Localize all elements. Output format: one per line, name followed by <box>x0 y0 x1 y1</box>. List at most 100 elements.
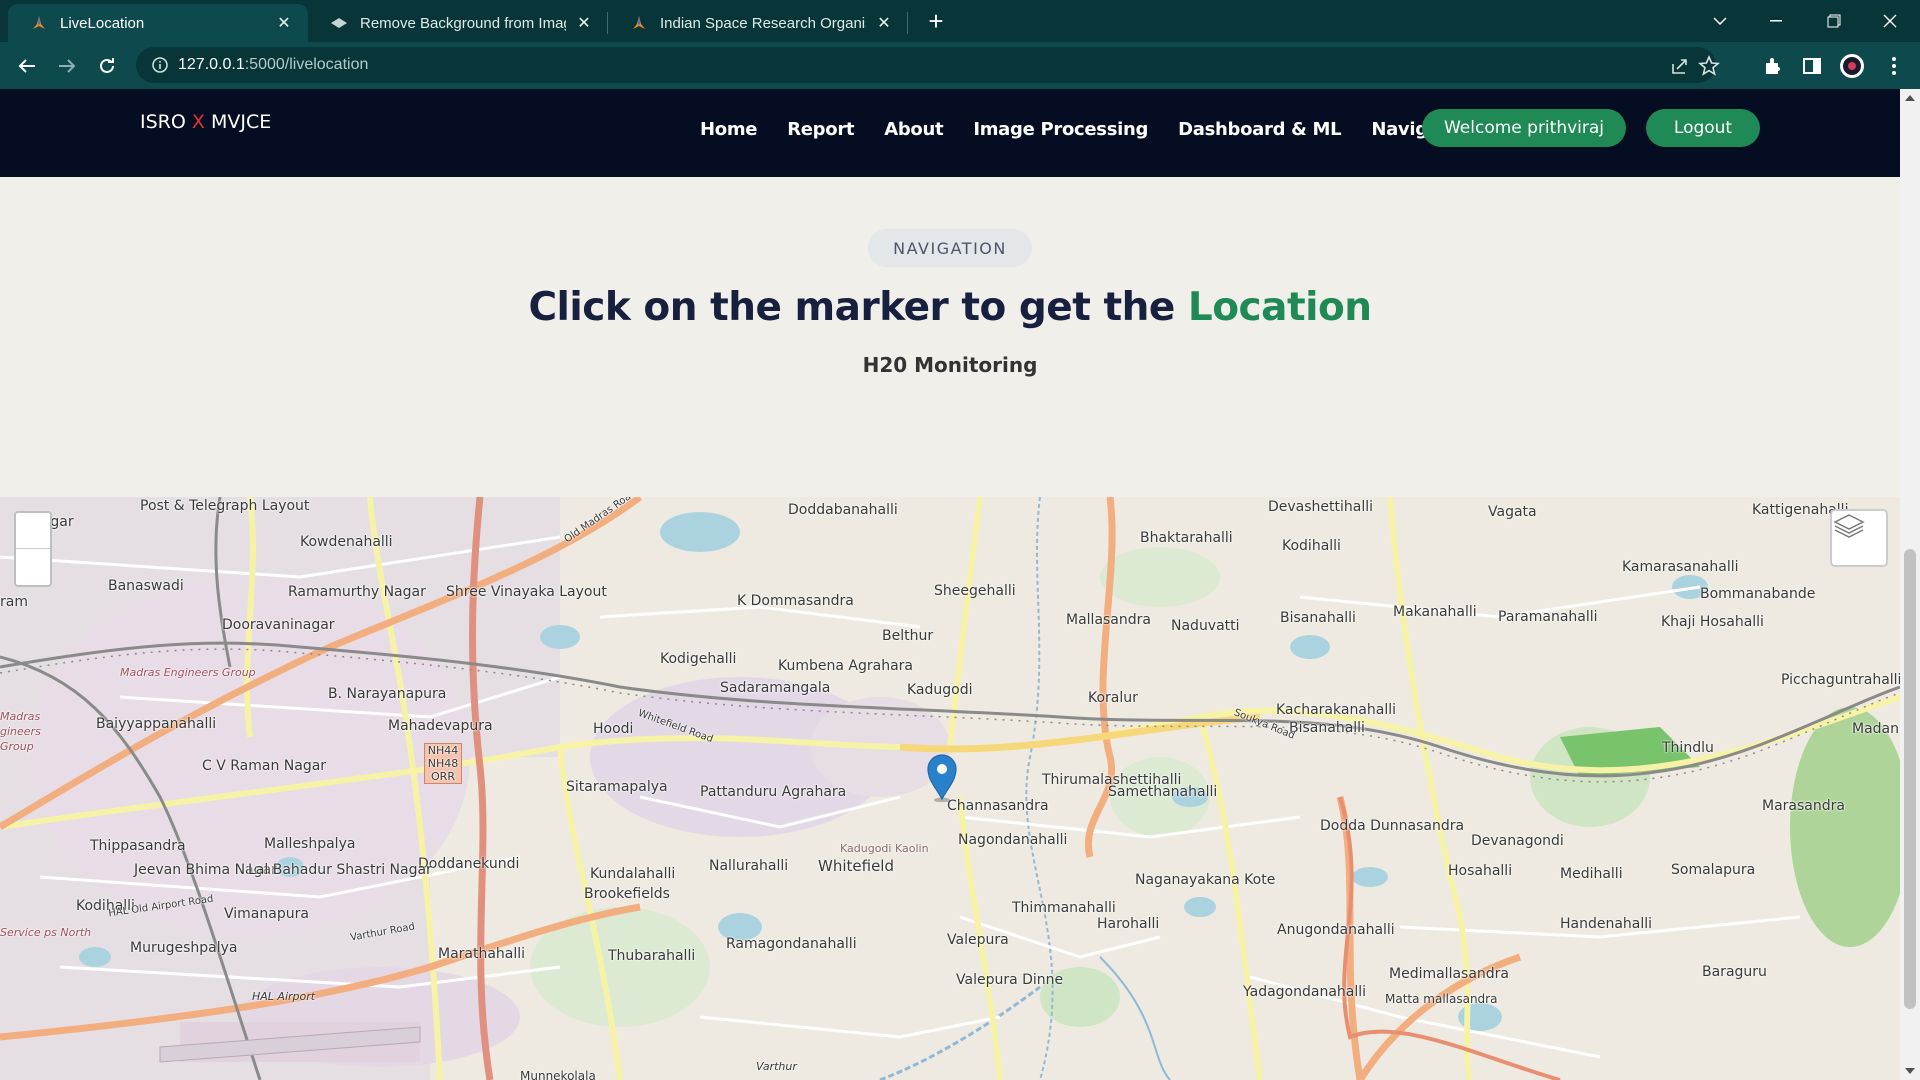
removebg-favicon-icon <box>330 14 348 32</box>
reload-icon[interactable] <box>91 50 123 82</box>
map-label: Kadugodi <box>907 682 973 698</box>
map-label: Baraguru <box>1702 964 1767 980</box>
map-label: Nallurahalli <box>709 858 789 874</box>
new-tab-button[interactable]: + <box>922 8 950 36</box>
map-label: Thimmanahalli <box>1012 900 1116 916</box>
map-label: Makanahalli <box>1393 604 1477 620</box>
map-label: Samethanahalli <box>1108 784 1218 800</box>
map-label: Koralur <box>1088 690 1138 706</box>
map-label: Murugeshpalya <box>130 940 238 956</box>
map-label: Madanah <box>1852 721 1900 737</box>
star-icon[interactable] <box>1697 54 1721 77</box>
browser-tabstrip: LiveLocation ✕ Remove Background from Im… <box>0 0 1920 42</box>
section-tag: NAVIGATION <box>868 229 1032 267</box>
map-label: Bommanabande <box>1700 586 1816 602</box>
brand-mvjce: MVJCE <box>204 111 272 133</box>
extensions-icon[interactable] <box>1757 50 1789 82</box>
layers-icon[interactable] <box>1830 509 1888 567</box>
map-label: Marasandra <box>1762 798 1845 814</box>
map-label: Handenahalli <box>1560 916 1653 932</box>
map-label: Hosahalli <box>1448 863 1513 879</box>
scroll-down-icon[interactable] <box>1905 1068 1915 1074</box>
map-label: Picchaguntrahalli <box>1781 672 1900 688</box>
scrollbar-thumb[interactable] <box>1904 549 1916 1009</box>
map-label: Bhaktarahalli <box>1140 530 1233 546</box>
page-subtitle: H20 Monitoring <box>862 353 1038 377</box>
map-label: HAL Airport <box>252 990 316 1003</box>
map-label: Devanagondi <box>1471 833 1564 849</box>
sidepanel-icon[interactable] <box>1796 50 1828 82</box>
map-label: Naganayakana Kote <box>1135 872 1276 888</box>
map-label: Harohalli <box>1097 916 1160 932</box>
profile-icon[interactable] <box>1836 50 1868 82</box>
close-window-icon[interactable] <box>1862 0 1918 42</box>
tab-isro[interactable]: Indian Space Research Organisati ✕ <box>608 4 908 42</box>
zoom-out-button[interactable] <box>16 549 50 585</box>
map-label: Valepura <box>947 932 1009 948</box>
map-label: Vimanapura <box>224 906 309 922</box>
browser-toolbar: 127.0.0.1:5000/livelocation <box>0 42 1920 89</box>
nav-dashboard-ml[interactable]: Dashboard & ML <box>1178 119 1342 140</box>
map-label: Kowdenahalli <box>300 534 393 550</box>
map-label: Bisanahalli <box>1280 610 1356 626</box>
map-label: Varthur <box>756 1060 797 1073</box>
map-label: Mallasandra <box>1066 612 1151 628</box>
map-label: Post & Telegraph Layout <box>140 498 310 514</box>
close-tab-icon[interactable]: ✕ <box>874 13 894 33</box>
restore-icon[interactable] <box>1806 0 1862 42</box>
share-icon[interactable] <box>1669 55 1691 77</box>
map-zoom-control[interactable] <box>14 511 52 587</box>
map-label: Banaswadi <box>108 578 184 594</box>
map-label: Naduvatti <box>1171 618 1240 634</box>
map-label: Doddabanahalli <box>788 502 898 518</box>
close-tab-icon[interactable]: ✕ <box>574 13 594 33</box>
url-host: 127.0.0.1 <box>178 56 245 73</box>
minimize-icon[interactable] <box>1748 0 1804 42</box>
map-label: Kumbena Agrahara <box>778 658 913 674</box>
map-label: Pattanduru Agrahara <box>700 784 847 800</box>
map-label: Kacharakanahalli <box>1276 702 1397 718</box>
brand-x: X <box>191 111 205 133</box>
map-label: Service ps North <box>0 926 92 939</box>
forward-icon[interactable] <box>51 50 83 82</box>
map-label: Kundalahalli <box>590 866 676 882</box>
map-label: Valepura Dinne <box>956 972 1064 988</box>
map-label: Ramamurthy Nagar <box>288 584 426 600</box>
scroll-up-icon[interactable] <box>1905 95 1915 101</box>
nav-report[interactable]: Report <box>787 119 854 140</box>
map-label: Medihalli <box>1560 866 1623 882</box>
map-label: Vagata <box>1488 504 1537 520</box>
map-label: Kadugodi Kaolin <box>840 842 929 855</box>
tab-livelocation[interactable]: LiveLocation ✕ <box>8 4 308 42</box>
site-info-icon[interactable] <box>150 55 170 75</box>
brand-logo[interactable]: ISRO X MVJCE <box>140 111 271 133</box>
tab-search-chevron-down-icon[interactable] <box>1692 0 1748 42</box>
nav-home[interactable]: Home <box>700 119 758 140</box>
menu-icon[interactable] <box>1878 50 1910 82</box>
map-label: Dodda Dunnasandra <box>1320 818 1465 834</box>
map-label: Thubarahalli <box>608 948 696 964</box>
map-label: Malleshpalya <box>264 836 356 852</box>
map-marker-icon[interactable] <box>925 752 959 803</box>
welcome-user-button[interactable]: Welcome prithviraj <box>1422 109 1626 147</box>
tab-title: LiveLocation <box>60 14 145 32</box>
nav-image-processing[interactable]: Image Processing <box>973 119 1148 140</box>
address-bar[interactable]: 127.0.0.1:5000/livelocation <box>136 47 1721 83</box>
title-text: Click on the marker to get the <box>528 285 1188 330</box>
page-title: Click on the marker to get the Location <box>0 285 1900 330</box>
map-label: Anugondanahalli <box>1277 922 1395 938</box>
map-label: Baiyyappanahalli <box>96 716 217 732</box>
map-label: Whitefield <box>818 857 894 875</box>
map-label: Sitaramapalya <box>566 779 668 795</box>
nav-about[interactable]: About <box>884 119 943 140</box>
close-tab-icon[interactable]: ✕ <box>274 13 294 33</box>
back-icon[interactable] <box>11 50 43 82</box>
page-scrollbar[interactable] <box>1900 89 1920 1080</box>
tab-remove-background[interactable]: Remove Background from Image ✕ <box>308 4 608 42</box>
tab-title: Remove Background from Image <box>360 14 566 32</box>
logout-button[interactable]: Logout <box>1646 109 1760 147</box>
page-content: ISRO X MVJCE Home Report About Image Pro… <box>0 89 1900 1080</box>
brand-isro: ISRO <box>140 111 192 133</box>
zoom-in-button[interactable] <box>16 513 50 549</box>
tab-separator <box>907 12 908 34</box>
